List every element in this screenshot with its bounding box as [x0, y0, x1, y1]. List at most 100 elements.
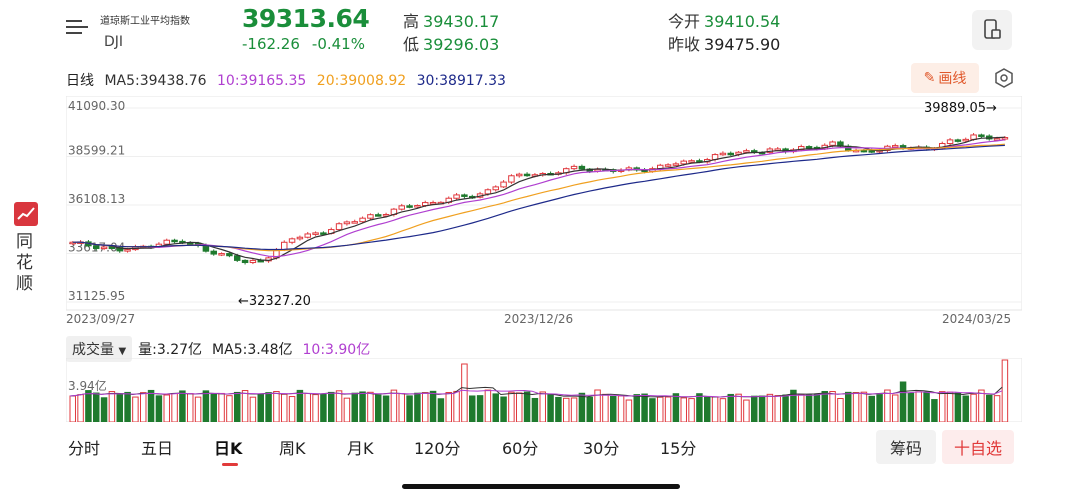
low-price: 低 39296.03 [403, 31, 499, 55]
volume-bar [547, 393, 554, 422]
volume-bar [625, 399, 633, 422]
chips-button[interactable]: 筹码 [876, 430, 936, 464]
open-value: 39410.54 [704, 12, 781, 31]
volume-bar [805, 394, 813, 422]
volume-bar [578, 392, 586, 422]
volume-bar [531, 397, 539, 422]
ths-logo-text[interactable]: 同花顺 [16, 232, 36, 295]
volume-bar [923, 391, 930, 422]
volume-bar [555, 396, 562, 422]
candle [335, 223, 343, 231]
volume-bar [398, 393, 405, 422]
volume-bar [335, 390, 343, 422]
volume-bar [664, 396, 672, 422]
chips-label: 筹码 [889, 439, 922, 458]
tab-0[interactable]: 分时 [68, 435, 100, 459]
volume-bar [931, 399, 938, 422]
candle [719, 152, 727, 156]
tab-4[interactable]: 月K [347, 435, 374, 459]
volume-bar [892, 394, 899, 422]
volume-bar [202, 390, 210, 422]
volume-bar [296, 389, 304, 422]
candle [288, 238, 296, 243]
volume-bar [437, 398, 445, 422]
tab-5[interactable]: 120分 [414, 435, 461, 459]
volume-bar [187, 393, 194, 422]
candle [414, 205, 421, 208]
volume-bar [523, 391, 531, 422]
volume-bar [140, 392, 147, 422]
candle [367, 214, 374, 219]
candle [688, 160, 695, 163]
x-tick-label: 2023/09/27 [66, 312, 135, 326]
change-value: -162.26 [242, 35, 300, 53]
candle [93, 245, 100, 249]
ma-legend: 日线 MA5:39438.76 10:39165.35 20:39008.92 … [66, 70, 512, 90]
volume-bar [445, 391, 452, 422]
phone-rotate-icon [984, 19, 1001, 39]
add-watchlist-button[interactable]: 十自选 [942, 430, 1014, 464]
volume-bar [241, 390, 249, 422]
candle [946, 139, 954, 144]
tab-2[interactable]: 日K [214, 435, 242, 459]
volume-bar [406, 395, 413, 422]
volume-bar [876, 394, 883, 422]
draw-line-button[interactable]: ✎ 画线 [911, 63, 979, 93]
tab-3[interactable]: 周K [279, 435, 306, 459]
volume-bar [782, 394, 789, 422]
tab-6[interactable]: 60分 [502, 435, 538, 459]
draw-line-label: 画线 [938, 71, 967, 87]
candle [226, 253, 233, 257]
volume-bar [328, 391, 335, 422]
volume-bar [672, 393, 680, 422]
volume-bar [539, 391, 546, 422]
y-tick-label: 36108.13 [68, 192, 125, 206]
volume-bar [586, 396, 593, 422]
candle [868, 150, 875, 153]
volume-bar [492, 393, 499, 422]
y-tick-label: 41090.30 [68, 99, 125, 113]
volume-chart[interactable]: 3.94亿 [66, 358, 1022, 422]
volume-bar [453, 390, 460, 422]
tab-8[interactable]: 15分 [660, 435, 696, 459]
index-name: 道琼斯工业平均指数 [100, 16, 190, 27]
tab-1[interactable]: 五日 [141, 435, 173, 459]
volume-bar [884, 389, 891, 422]
ths-logo[interactable] [14, 202, 38, 226]
volume-bar [743, 399, 750, 422]
chart-frame [66, 96, 1022, 311]
volume-bar [751, 395, 758, 422]
volume-bar [367, 391, 374, 422]
volume-bar [837, 398, 844, 422]
candle [249, 259, 257, 264]
settings-hexagon-icon[interactable] [994, 68, 1014, 88]
volume-bar [414, 392, 421, 422]
volume-bar [633, 394, 640, 422]
landscape-button[interactable] [972, 10, 1012, 50]
candle [343, 221, 351, 225]
tab-7[interactable]: 30分 [583, 435, 619, 459]
candle [500, 181, 507, 188]
volume-bar [696, 393, 703, 422]
volume-bar [179, 390, 186, 422]
kline-chart[interactable]: 41090.3038599.2136108.1333617.0431125.95… [66, 96, 1022, 328]
volume-bar [163, 394, 170, 422]
candle [672, 163, 680, 166]
menu-icon[interactable] [66, 18, 88, 36]
ma20-value: 20:39008.92 [316, 73, 407, 89]
candle [320, 232, 327, 235]
volume-bar [774, 395, 781, 422]
volume-bar [821, 390, 828, 422]
volume-bar [390, 389, 398, 422]
candle [375, 214, 382, 217]
candle [962, 138, 969, 142]
volume-bar [649, 398, 656, 422]
volume-bar [116, 393, 123, 422]
open-label: 今开 [668, 12, 701, 31]
candle [351, 221, 358, 224]
volume-bar [602, 393, 609, 422]
volume-bar [100, 397, 108, 422]
volume-bar [312, 394, 319, 422]
volume-bar [273, 391, 280, 422]
candle [978, 134, 985, 137]
